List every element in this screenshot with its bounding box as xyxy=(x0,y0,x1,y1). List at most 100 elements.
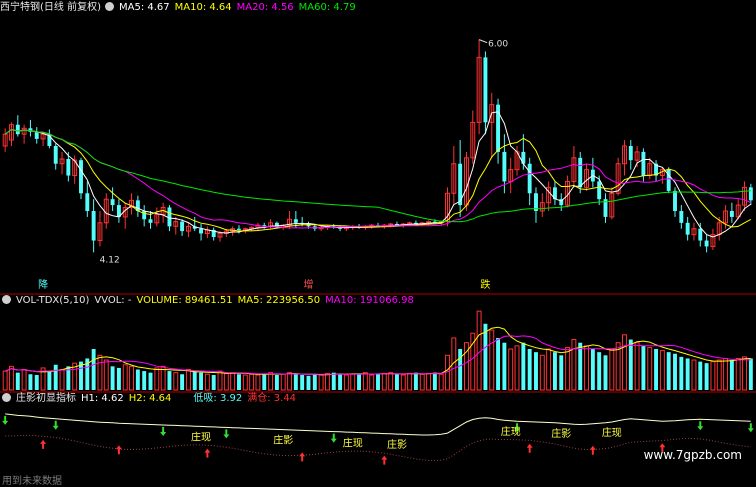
candle-body xyxy=(641,151,646,176)
volume-bar xyxy=(534,352,538,390)
volume-bar xyxy=(47,371,52,390)
volume-bar xyxy=(173,372,179,391)
indicator-header: 庄影初显指标 H1: 4.62 H2: 4.64 低吸: 3.92 满仓: 3.44 xyxy=(0,392,301,406)
volume-bar xyxy=(748,358,753,390)
volume-bar xyxy=(647,346,653,391)
h2-label: H2: 4.64 xyxy=(128,393,172,404)
volume-bar xyxy=(249,373,255,391)
indicator-panel: 庄现 庄影 庄现 庄影庄现 庄影 庄现 xyxy=(2,413,754,465)
indicator-marker-label: 庄影 xyxy=(273,434,293,447)
gear-icon[interactable] xyxy=(104,2,114,11)
volume-bar xyxy=(331,372,336,390)
volume-bar xyxy=(350,373,356,391)
candle-body xyxy=(85,193,90,211)
volume-bar xyxy=(546,348,552,391)
down-arrow-icon xyxy=(52,420,59,430)
volume-bar xyxy=(407,372,413,391)
volume-bar xyxy=(381,372,387,391)
volume-bar xyxy=(552,352,557,390)
volume-bar xyxy=(34,375,39,390)
signal-label: 降 xyxy=(38,278,48,291)
up-arrow-icon xyxy=(299,452,306,462)
volume-bar xyxy=(376,374,380,390)
volume-bar xyxy=(110,366,115,390)
volume-bar xyxy=(28,374,33,390)
volume-bar xyxy=(287,372,292,391)
ma10-label: MA10: 4.64 xyxy=(174,2,232,13)
volume-bar xyxy=(53,364,58,390)
volume-bar xyxy=(458,349,463,390)
volume-bar xyxy=(97,354,103,391)
vol-ma10-label: MA10: 191066.98 xyxy=(325,295,414,306)
up-arrow-icon xyxy=(526,443,533,453)
candle-body xyxy=(15,124,20,135)
gear-icon[interactable] xyxy=(2,393,11,402)
h1-label: H1: 4.62 xyxy=(81,393,124,404)
volume-bar xyxy=(268,372,274,391)
footer-note: 用到未来数据 xyxy=(2,476,62,487)
vol-indicator-name: VOL-TDX(5,10) xyxy=(16,295,90,306)
volume-bar xyxy=(628,339,633,390)
volume-bar xyxy=(716,359,722,391)
ma5-label: MA5: 4.67 xyxy=(118,2,170,13)
volume-bar xyxy=(280,373,286,391)
up-arrow-icon xyxy=(589,445,596,455)
gear-icon[interactable] xyxy=(2,295,11,304)
volume-bar xyxy=(237,374,241,390)
candle-body xyxy=(729,211,734,217)
indicator-marker-label: 庄现 xyxy=(191,430,211,443)
volume-bar xyxy=(508,348,514,391)
volume-bar xyxy=(338,374,343,390)
volume-bar xyxy=(293,373,298,390)
up-arrow-icon xyxy=(381,455,388,465)
volume-bar xyxy=(9,365,14,391)
indicator-marker-label: 庄现 xyxy=(343,436,363,449)
volume-bar xyxy=(698,361,703,390)
volume-bar xyxy=(723,357,729,391)
volume-bar xyxy=(324,372,330,391)
volume-bar xyxy=(489,329,495,391)
high-pointer xyxy=(478,39,488,44)
volume-bar xyxy=(659,350,665,391)
volume-bar xyxy=(679,356,684,390)
volume-bar xyxy=(217,370,223,391)
full-position-label: 满仓: 3.44 xyxy=(247,393,297,404)
down-arrow-icon xyxy=(747,423,754,433)
volume-bar xyxy=(394,374,399,390)
volume-bar xyxy=(357,373,362,390)
indicator-marker-label: 庄现 xyxy=(501,425,521,438)
candle-body xyxy=(110,199,115,206)
down-arrow-icon xyxy=(223,429,230,439)
volume-bar xyxy=(400,374,406,391)
volume-bar xyxy=(521,342,526,390)
volume-bar xyxy=(673,353,677,390)
up-arrow-icon xyxy=(40,439,47,449)
volume-bar xyxy=(312,374,317,390)
signal-label: 跌 xyxy=(480,278,490,291)
volume-bar xyxy=(167,371,172,390)
candle-body xyxy=(748,187,753,201)
volume-bar xyxy=(318,374,324,391)
volume-bar xyxy=(122,364,128,391)
candle-body xyxy=(53,146,58,164)
candle-body xyxy=(199,228,204,234)
volume-bar xyxy=(590,349,595,390)
volume-bar xyxy=(242,374,248,391)
volume-bar xyxy=(362,372,368,391)
up-arrow-icon xyxy=(204,448,211,458)
volume-bar xyxy=(603,355,608,390)
volume-bar xyxy=(91,349,96,390)
volume-bar xyxy=(262,373,267,390)
volume-bar xyxy=(21,369,27,391)
volume-bar xyxy=(59,369,65,391)
volume-bar xyxy=(666,352,671,390)
volume-bar xyxy=(654,349,659,390)
volume-bar xyxy=(621,334,627,391)
candle-body xyxy=(91,211,96,241)
volume-bar xyxy=(199,372,204,390)
stock-title: 西宁特钢(日线 前复权) xyxy=(0,2,101,13)
volume-panel xyxy=(2,310,753,391)
volume-bar xyxy=(230,372,236,391)
indicator-marker-label: 庄影 xyxy=(551,427,571,440)
candle-body xyxy=(237,228,241,230)
